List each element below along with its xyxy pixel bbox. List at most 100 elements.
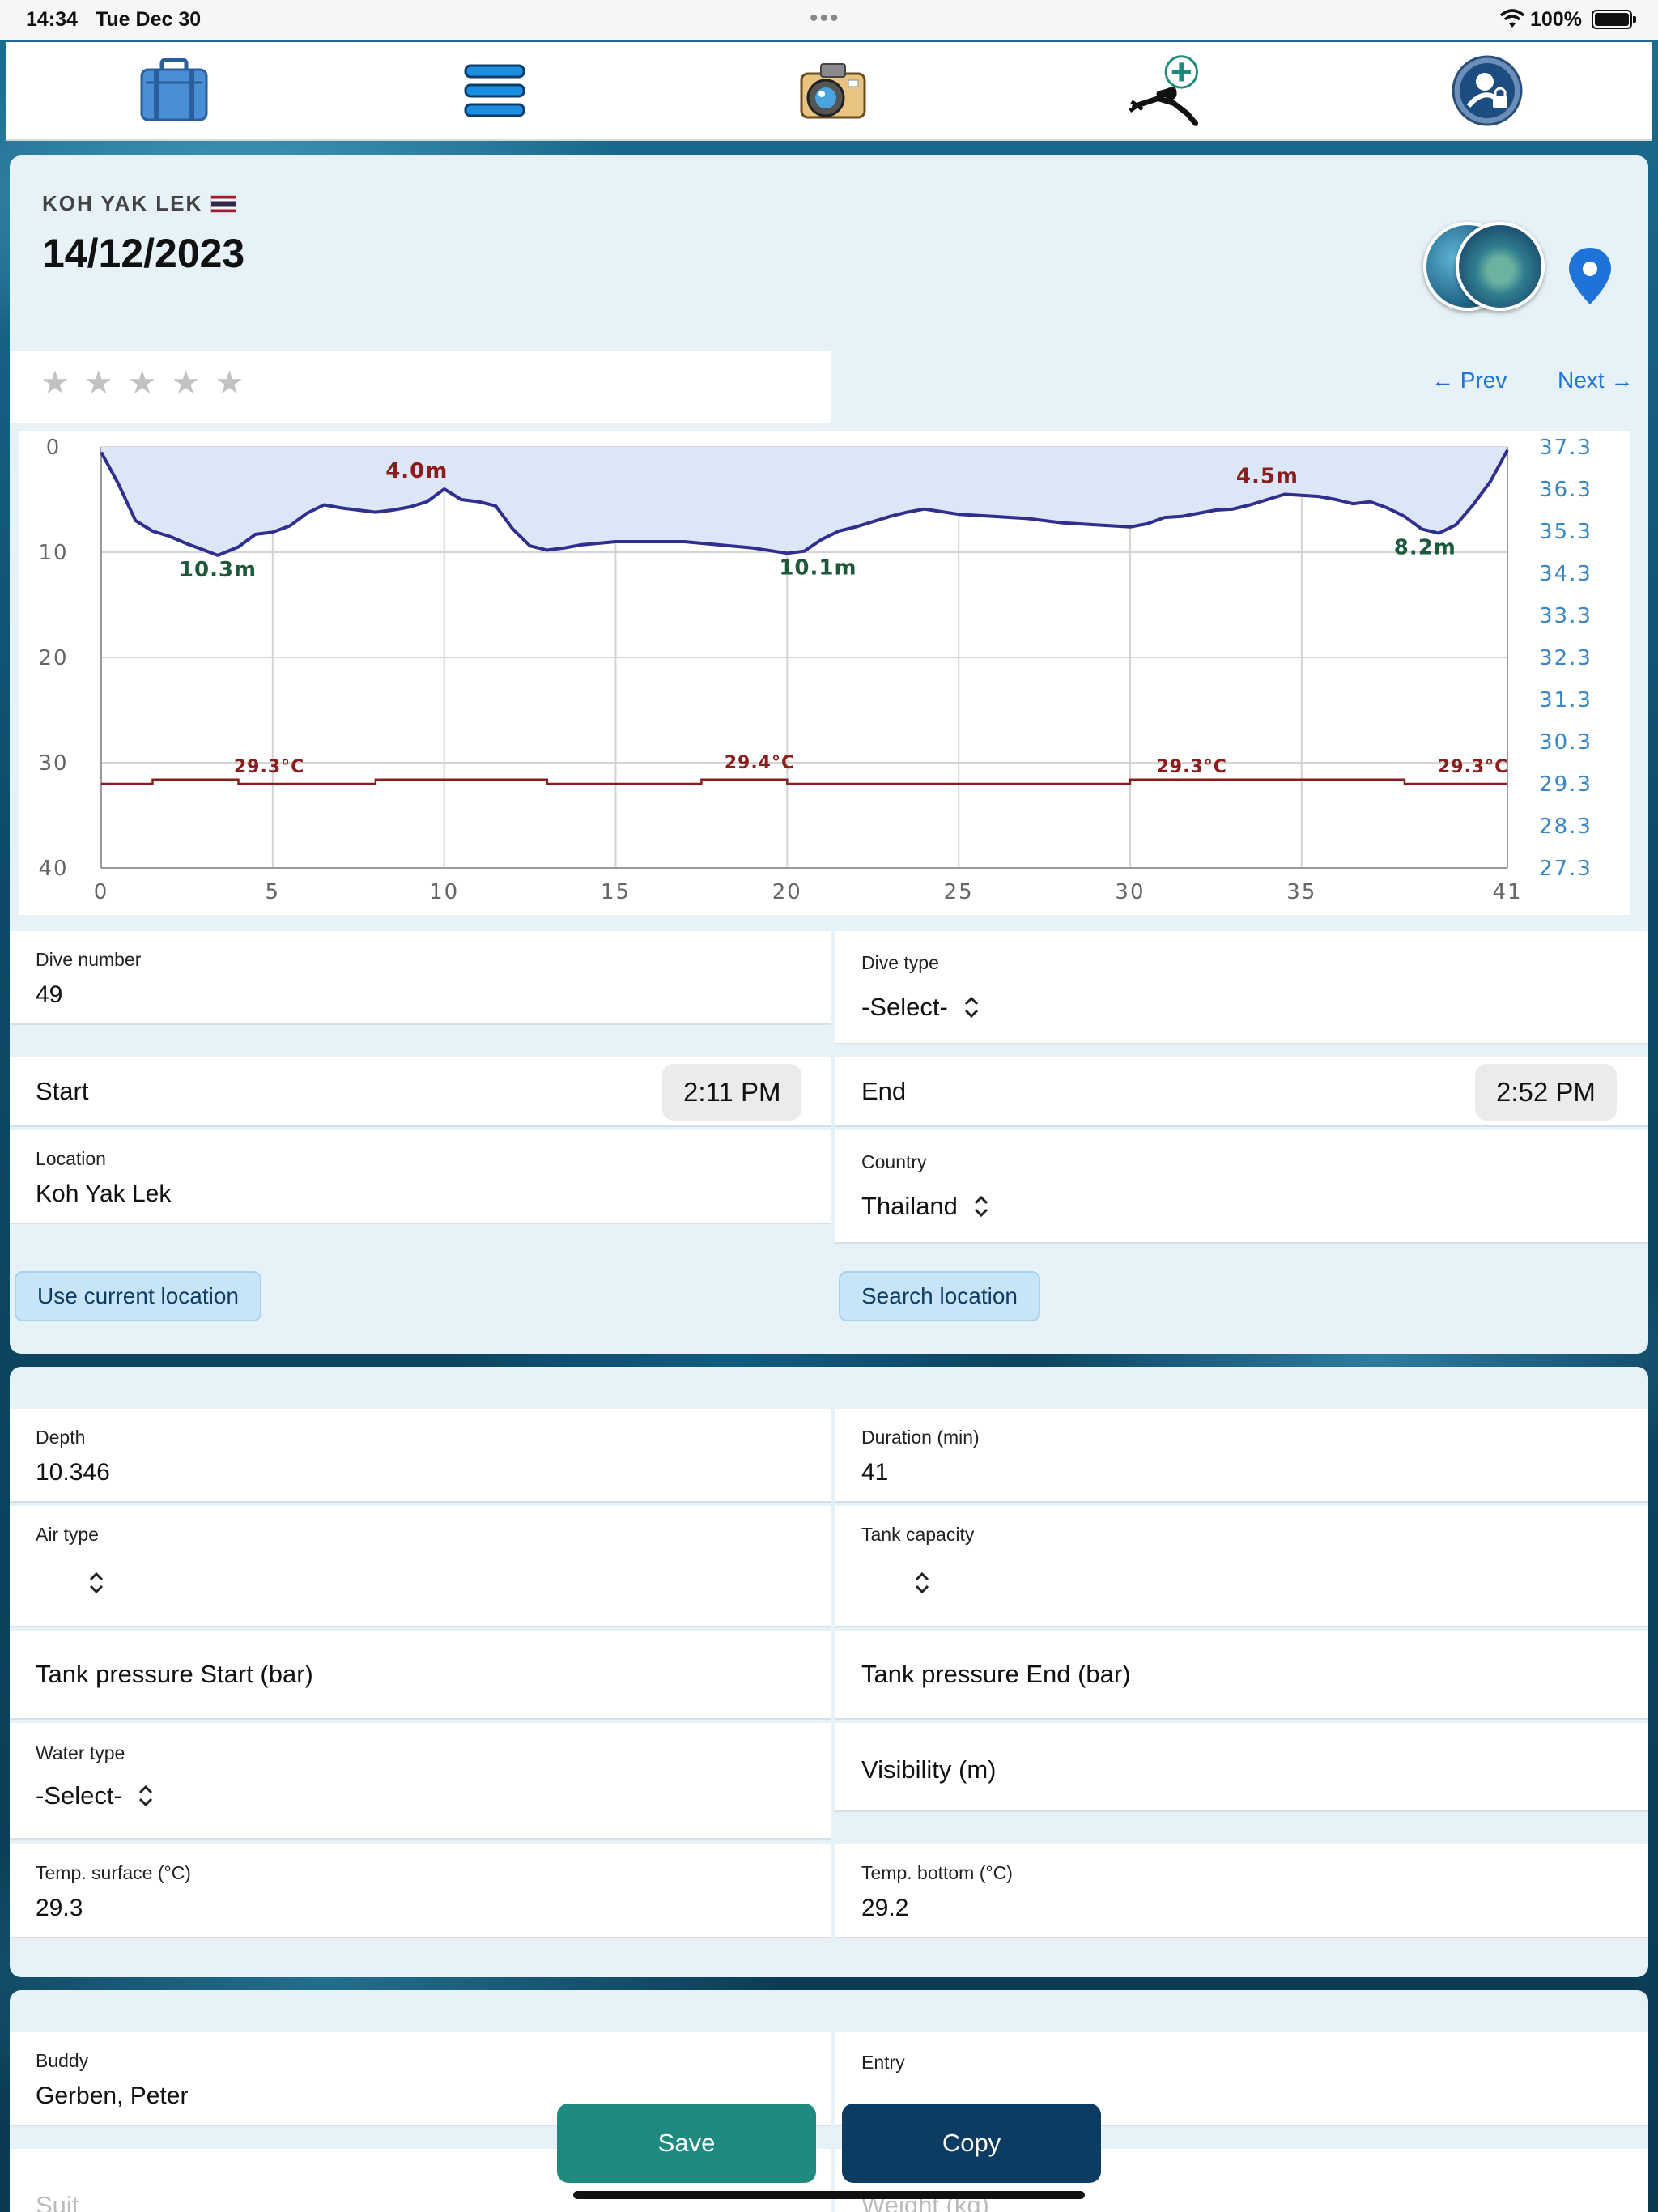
temp-surface-field[interactable]: Temp. surface (°C) 29.3: [10, 1844, 831, 1938]
water-type-select[interactable]: -Select-: [36, 1781, 155, 1810]
air-type-label: Air type: [36, 1524, 99, 1545]
next-dive-link[interactable]: Next →: [1558, 368, 1633, 393]
star-icon[interactable]: ★: [128, 364, 157, 402]
dive-number-field[interactable]: Dive number 49: [10, 931, 831, 1025]
end-label: End: [861, 1077, 907, 1105]
location-value[interactable]: Koh Yak Lek: [36, 1180, 171, 1208]
wifi-icon: [1499, 9, 1525, 28]
end-time-pill[interactable]: 2:52 PM: [1475, 1064, 1617, 1121]
y-tick-label-temperature: 31.3: [1539, 688, 1592, 713]
visibility-field[interactable]: Visibility (m): [835, 1723, 1648, 1812]
dive-header-card: KOH YAK LEK 14/12/2023 ★ ★ ★ ★ ★ ← Prev …: [10, 155, 1648, 1354]
duration-label: Duration (min): [861, 1427, 980, 1448]
temperature-series-line: [101, 778, 1507, 785]
suitcase-icon[interactable]: [134, 50, 215, 131]
dive-type-field[interactable]: Dive type -Select-: [835, 931, 1648, 1044]
copy-button[interactable]: Copy: [842, 2104, 1101, 2183]
air-type-select[interactable]: [73, 1571, 105, 1595]
start-time-pill[interactable]: 2:11 PM: [662, 1064, 802, 1121]
star-icon[interactable]: ★: [40, 364, 70, 402]
country-select[interactable]: Thailand: [861, 1192, 990, 1221]
dive-photo-thumbnail[interactable]: [1456, 222, 1545, 311]
tank-capacity-select[interactable]: [899, 1571, 931, 1595]
map-pin-icon[interactable]: [1566, 245, 1614, 309]
tank-pressure-start-label: Tank pressure Start (bar): [36, 1660, 313, 1688]
chevron-up-down-icon: [89, 1572, 104, 1594]
y-tick-label-temperature: 30.3: [1539, 730, 1592, 755]
dive-type-value: -Select-: [861, 993, 948, 1021]
star-icon[interactable]: ★: [172, 364, 201, 402]
end-time-field[interactable]: End 2:52 PM: [835, 1057, 1648, 1127]
tank-pressure-end-field[interactable]: Tank pressure End (bar): [835, 1631, 1648, 1720]
y-tick-label-temperature: 33.3: [1539, 604, 1592, 628]
x-tick-label: 25: [944, 880, 974, 904]
y-tick-label-depth: 0: [46, 436, 62, 460]
status-time: 14:34: [26, 8, 78, 31]
depth-label: Depth: [36, 1427, 86, 1448]
save-button[interactable]: Save: [557, 2104, 816, 2183]
profile-lock-icon[interactable]: [1447, 50, 1528, 131]
search-location-button[interactable]: Search location: [839, 1271, 1041, 1321]
y-tick-label-depth: 10: [38, 541, 68, 565]
x-tick-label: 30: [1115, 880, 1145, 904]
star-icon[interactable]: ★: [215, 364, 244, 402]
chevron-up-down-icon: [964, 996, 978, 1019]
dive-details-card: Depth 10.346 Duration (min) 41 Air type …: [10, 1367, 1648, 1977]
water-type-field[interactable]: Water type -Select-: [10, 1723, 831, 1840]
depth-area: [101, 447, 1507, 555]
prev-dive-link[interactable]: ← Prev: [1431, 368, 1507, 393]
x-tick-label: 20: [772, 880, 802, 904]
y-tick-label-temperature: 29.3: [1539, 772, 1592, 797]
data-label: 29.3°C: [1438, 757, 1508, 777]
add-diver-icon[interactable]: [1127, 50, 1208, 131]
dive-profile-chart-svg: 0 5 10 15 20 25 30 35 41 0 10 20 30 40 37.3 36.3 35.3 34.…: [38, 436, 1592, 904]
dive-profile-chart: 0 5 10 15 20 25 30 35 41 0 10 20 30 40 37.3 36.3 35.3 34.…: [19, 431, 1630, 915]
duration-field[interactable]: Duration (min) 41: [835, 1409, 1648, 1503]
data-label: 8.2m: [1394, 536, 1456, 560]
tank-capacity-label: Tank capacity: [861, 1524, 975, 1545]
buddy-label: Buddy: [36, 2050, 89, 2071]
y-tick-label-temperature: 35.3: [1539, 520, 1592, 544]
battery-icon: [1592, 10, 1636, 29]
multitasking-dots-icon[interactable]: •••: [810, 5, 840, 32]
camera-icon[interactable]: [793, 50, 874, 131]
star-rating[interactable]: ★ ★ ★ ★ ★: [40, 364, 244, 402]
x-tick-label: 35: [1286, 880, 1316, 904]
battery-percent: 100%: [1530, 8, 1582, 31]
x-tick-label: 41: [1492, 880, 1522, 904]
photo-stack[interactable]: [1415, 222, 1553, 319]
x-tick-label: 15: [601, 880, 631, 904]
buddy-value[interactable]: Gerben, Peter: [36, 2082, 188, 2110]
tank-pressure-start-field[interactable]: Tank pressure Start (bar): [10, 1631, 831, 1720]
dive-type-label: Dive type: [861, 952, 939, 973]
menu-icon[interactable]: [454, 50, 535, 131]
country-label: Country: [861, 1151, 927, 1172]
data-label: 29.3°C: [234, 757, 304, 777]
dive-site-name: KOH YAK LEK: [42, 191, 237, 216]
x-tick-label: 5: [266, 880, 281, 904]
depth-value[interactable]: 10.346: [36, 1459, 110, 1487]
air-type-field[interactable]: Air type: [10, 1506, 831, 1627]
data-label: 4.0m: [385, 459, 448, 483]
duration-value[interactable]: 41: [861, 1459, 888, 1487]
dive-number-value[interactable]: 49: [36, 981, 62, 1009]
home-indicator[interactable]: [573, 2191, 1085, 2199]
temp-surface-value[interactable]: 29.3: [36, 1895, 83, 1922]
water-type-value: -Select-: [36, 1781, 122, 1810]
temp-bottom-field[interactable]: Temp. bottom (°C) 29.2: [835, 1844, 1648, 1938]
x-tick-label: 10: [429, 880, 459, 904]
depth-field[interactable]: Depth 10.346: [10, 1409, 831, 1503]
country-field[interactable]: Country Thailand: [835, 1130, 1648, 1244]
location-field[interactable]: Location Koh Yak Lek: [10, 1130, 831, 1224]
top-nav-bar: [6, 42, 1652, 141]
y-tick-label-temperature: 27.3: [1539, 857, 1592, 881]
use-current-location-button[interactable]: Use current location: [15, 1271, 262, 1321]
temp-surface-label: Temp. surface (°C): [36, 1862, 191, 1883]
entry-label: Entry: [861, 2052, 905, 2073]
dive-type-select[interactable]: -Select-: [861, 993, 980, 1022]
temp-bottom-value[interactable]: 29.2: [861, 1895, 908, 1922]
tank-capacity-field[interactable]: Tank capacity: [835, 1506, 1648, 1627]
star-icon[interactable]: ★: [84, 364, 113, 402]
start-time-field[interactable]: Start 2:11 PM: [10, 1057, 831, 1127]
y-tick-label-temperature: 36.3: [1539, 478, 1592, 502]
